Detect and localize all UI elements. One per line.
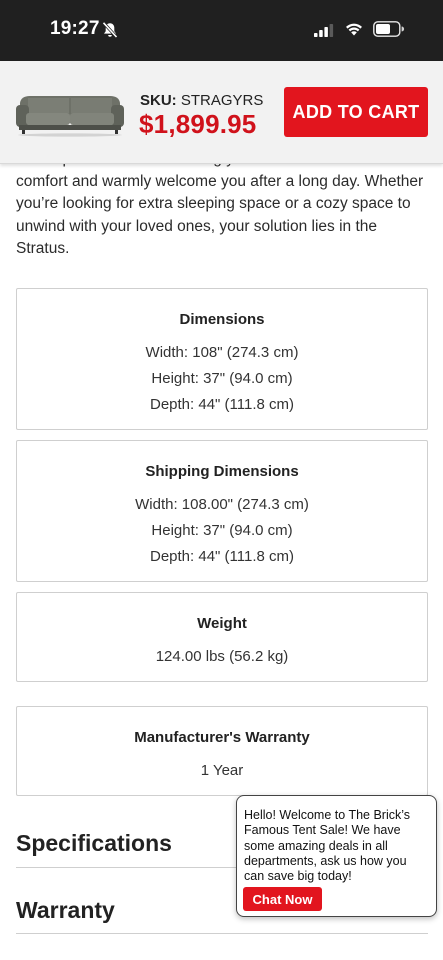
add-to-cart-button[interactable]: ADD TO CART	[284, 87, 428, 137]
manufacturer-warranty-value: 1 Year	[200, 762, 244, 779]
weight-title: Weight	[197, 615, 247, 632]
weight-value: 124.00 lbs (56.2 kg)	[155, 648, 289, 665]
sticky-product-header: SKU: STRAGYRS $1,899.95 ADD TO CART	[0, 61, 443, 164]
shipping-height: Height: 37" (94.0 cm)	[151, 522, 293, 539]
chat-message: Hello! Welcome to The Brick’s Famous Ten…	[244, 808, 411, 884]
wifi-icon	[346, 23, 362, 36]
shipping-depth: Depth: 44" (111.8 cm)	[149, 548, 294, 565]
shipping-width: Width: 108.00" (274.3 cm)	[135, 496, 309, 513]
specifications-heading[interactable]: Specifications	[16, 830, 172, 857]
dimension-width: Width: 108" (274.3 cm)	[145, 344, 299, 361]
sku: SKU: STRAGYRS	[140, 92, 263, 109]
manufacturer-warranty-title: Manufacturer's Warranty	[134, 729, 310, 746]
manufacturer-warranty-box: Manufacturer's Warranty 1 Year	[16, 706, 428, 796]
bell-slash-icon	[102, 21, 118, 39]
shipping-dimensions-title: Shipping Dimensions	[145, 463, 299, 480]
status-time: 19:27	[50, 18, 100, 39]
battery-icon	[373, 21, 405, 37]
dimensions-title: Dimensions	[179, 311, 265, 328]
shipping-dimensions-box: Shipping Dimensions Width: 108.00" (274.…	[16, 440, 428, 582]
sofa-thumbnail[interactable]	[14, 87, 126, 137]
product-description: and super-soft fabric will bring you a s…	[16, 152, 428, 264]
sku-value: STRAGYRS	[180, 92, 264, 109]
status-bar: 19:27	[0, 0, 443, 61]
warranty-heading[interactable]: Warranty	[16, 897, 115, 924]
chat-popup[interactable]: Hello! Welcome to The Brick’s Famous Ten…	[236, 795, 437, 917]
dimensions-box: Dimensions Width: 108" (274.3 cm) Height…	[16, 288, 428, 430]
weight-box: Weight 124.00 lbs (56.2 kg)	[16, 592, 428, 682]
dimension-depth: Depth: 44" (111.8 cm)	[149, 396, 294, 413]
sku-label: SKU:	[140, 92, 177, 109]
product-price: $1,899.95	[139, 109, 257, 139]
chat-now-button[interactable]: Chat Now	[243, 887, 322, 911]
cellular-signal-icon	[314, 24, 334, 37]
dimension-height: Height: 37" (94.0 cm)	[151, 370, 293, 387]
description-text: and super-soft fabric will bring you a s…	[16, 152, 424, 257]
